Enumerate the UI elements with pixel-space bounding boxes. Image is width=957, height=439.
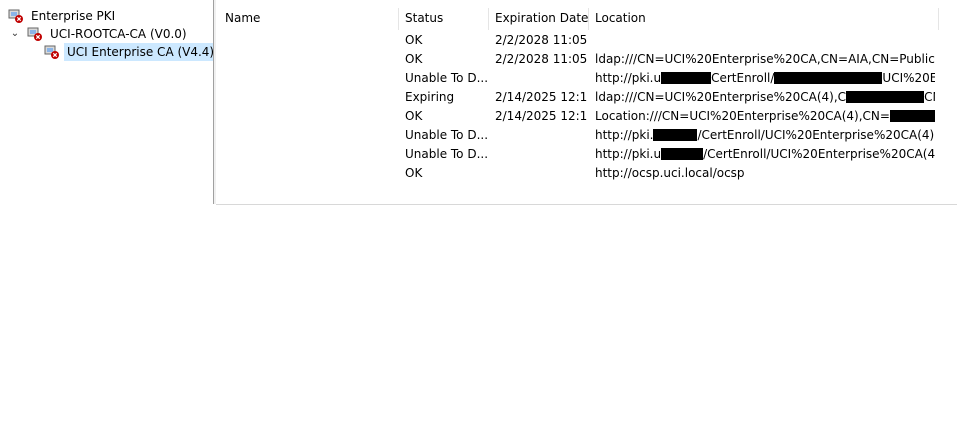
cell-expiration: 2/2/2028 11:05 ...	[495, 52, 587, 66]
redaction-bar	[889, 110, 935, 122]
column-header-expiration[interactable]: Expiration Date	[495, 8, 588, 28]
redaction-bar	[774, 72, 883, 84]
cell-location: http://pki.u/CertEnroll/UCI%20Enterprise…	[595, 145, 935, 164]
table-row[interactable]: CDP Location #1Expiring2/14/2025 12:1...…	[216, 88, 957, 107]
location-text: http://pki.u	[595, 71, 662, 85]
cell-expiration: 2/2/2028 11:05 ...	[495, 33, 587, 47]
location-text: UCI%20Ente...	[882, 71, 935, 85]
location-text: http://pki.u	[595, 147, 662, 161]
cell-expiration: 2/14/2025 12:1...	[495, 109, 587, 123]
table-row[interactable]: AIA Location #2Unable To D...http://pki.…	[216, 69, 957, 88]
redaction-bar	[653, 129, 698, 141]
column-header-status[interactable]: Status	[405, 8, 485, 28]
table-row[interactable]: AIA Location #1OK2/2/2028 11:05 ...ldap:…	[216, 50, 957, 69]
location-text: /CertEnroll/UCI%20Enterprise%20CA(4)+.cr…	[697, 128, 935, 142]
tree-item-label: UCI Enterprise CA (V4.4)	[64, 43, 213, 61]
tree-pane[interactable]: Enterprise PKI ⌄ UCI-ROOTCA-CA (V0.0) UC…	[0, 0, 214, 204]
cell-location: http://pki.u CertEnroll/UCI%20Ente...	[595, 69, 935, 88]
location-text: Location:///CN=UCI%20Enterprise%20CA(4),…	[595, 109, 890, 123]
cell-status: Unable To D...	[405, 71, 489, 85]
table-row[interactable]: CA CertificateOK2/2/2028 11:05 ...	[216, 31, 957, 50]
results-list[interactable]: Name Status Expiration Date Location CA …	[216, 0, 957, 205]
cell-expiration: 2/14/2025 12:1...	[495, 90, 587, 104]
cell-status: OK	[405, 166, 423, 180]
chevron-down-icon[interactable]: ⌄	[10, 25, 20, 43]
cell-status: Expiring	[405, 90, 455, 104]
redaction-bar	[846, 91, 925, 103]
cell-status: Unable To D...	[405, 128, 489, 142]
cell-location: ldap:///CN=UCI%20Enterprise%20CA(4),C CN=…	[595, 88, 935, 107]
redaction-bar	[661, 148, 704, 160]
cell-status: OK	[405, 33, 423, 47]
tree-item-label: Enterprise PKI	[31, 9, 116, 23]
location-text: http://pki.	[595, 128, 654, 142]
cell-status: OK	[405, 109, 423, 123]
mmc-console-panes: Enterprise PKI ⌄ UCI-ROOTCA-CA (V0.0) UC…	[0, 0, 957, 205]
column-divider[interactable]	[488, 8, 489, 30]
tree-item-label: UCI-ROOTCA-CA (V0.0)	[50, 27, 187, 41]
cell-status: Unable To D...	[405, 147, 489, 161]
ca-error-icon	[44, 45, 59, 59]
column-divider[interactable]	[938, 8, 939, 30]
column-divider[interactable]	[588, 8, 589, 30]
cell-location: ldap:///CN=UCI%20Enterprise%20CA,CN=AIA,…	[595, 50, 935, 69]
cell-status: OK	[405, 52, 423, 66]
ca-error-icon	[27, 27, 42, 41]
location-text: CertEnroll/	[711, 71, 775, 85]
table-row[interactable]: DeltaCRL Location #2Unable To D...http:/…	[216, 126, 957, 145]
column-header-name[interactable]: Name	[225, 8, 395, 28]
cell-location: http://pki. /CertEnroll/UCI%20Enterprise%…	[595, 126, 935, 145]
column-header-location[interactable]: Location	[595, 8, 935, 28]
redaction-bar	[661, 72, 712, 84]
location-text: http://ocsp.uci.local/ocsp	[595, 166, 745, 180]
table-row[interactable]: OCSP Location #1OKhttp://ocsp.uci.local/…	[216, 164, 957, 183]
location-text: ldap:///CN=UCI%20Enterprise%20CA(4),C	[595, 90, 847, 104]
location-text: CN=C...	[924, 90, 935, 104]
cell-location: Location:///CN=UCI%20Enterprise%20CA(4),…	[595, 107, 935, 126]
table-row[interactable]: DeltaCRL Location #1OK2/14/2025 12:1...L…	[216, 107, 957, 126]
cell-location: http://ocsp.uci.local/ocsp	[595, 164, 935, 183]
location-text: ldap:///CN=UCI%20Enterprise%20CA,CN=AIA,…	[595, 52, 935, 66]
pki-root-error-icon	[8, 9, 23, 23]
location-text: /CertEnroll/UCI%20Enterprise%20CA(4).crl	[703, 147, 935, 161]
table-row[interactable]: CDP Location #2Unable To D...http://pki.…	[216, 145, 957, 164]
column-divider[interactable]	[398, 8, 399, 30]
